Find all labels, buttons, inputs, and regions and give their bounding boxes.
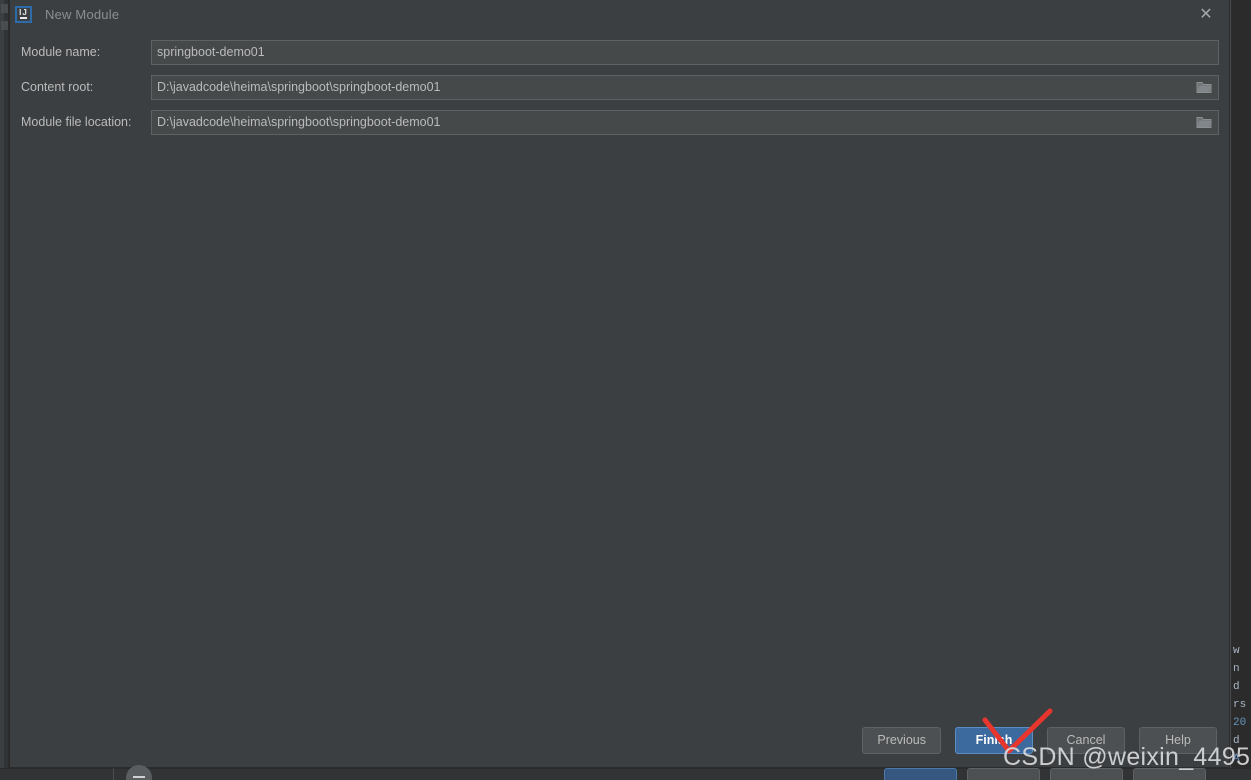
module-name-input[interactable]: springboot-demo01	[151, 39, 1219, 65]
background-extra-button[interactable]	[1133, 768, 1206, 780]
background-code-line: 20	[1233, 717, 1247, 729]
module-form: Module name: springboot-demo01 Content r…	[10, 29, 1229, 704]
background-code-line: n	[1233, 663, 1240, 675]
intellij-idea-icon: IJ	[15, 6, 32, 23]
background-gutter-mark	[1, 21, 8, 30]
form-row-module-file-location: Module file location: D:\javadcode\heima…	[21, 109, 1219, 135]
form-row-module-name: Module name: springboot-demo01	[21, 39, 1219, 65]
cancel-button[interactable]: Cancel	[1047, 726, 1125, 754]
dialog-titlebar[interactable]: IJ New Module ✕	[10, 0, 1229, 29]
background-ok-button[interactable]	[884, 768, 957, 780]
new-module-dialog: IJ New Module ✕ Module name: springboot-…	[9, 0, 1230, 768]
module-file-location-label: Module file location:	[21, 115, 132, 129]
help-button[interactable]: Help	[1139, 726, 1217, 754]
background-code-line: rs	[1233, 699, 1247, 711]
screen: w n d rs 20 d A IJ New Module ✕ Module n…	[0, 0, 1251, 780]
background-help-button[interactable]	[1050, 768, 1123, 780]
background-code-column: w n d rs 20 d A	[1230, 645, 1251, 766]
form-row-content-root: Content root: D:\javadcode\heima\springb…	[21, 74, 1219, 100]
dialog-title: New Module	[45, 7, 120, 22]
background-editor-left-strip	[0, 0, 9, 780]
background-gutter-mark	[1, 4, 8, 13]
close-icon[interactable]: ✕	[1183, 0, 1229, 29]
background-code-line: d	[1233, 735, 1240, 747]
dialog-footer: Previous Finish Cancel Help	[10, 713, 1229, 767]
background-code-line: A	[1233, 753, 1240, 765]
previous-button[interactable]: Previous	[862, 726, 941, 754]
module-file-location-value: D:\javadcode\heima\springboot\springboot…	[157, 115, 441, 129]
module-name-label: Module name:	[21, 45, 101, 59]
folder-icon[interactable]	[1196, 116, 1212, 129]
background-editor-left-inner	[0, 0, 4, 780]
module-file-location-input[interactable]: D:\javadcode\heima\springboot\springboot…	[151, 109, 1219, 135]
module-name-value: springboot-demo01	[157, 45, 265, 59]
background-cancel-button[interactable]	[967, 768, 1040, 780]
finish-button[interactable]: Finish	[955, 726, 1033, 754]
content-root-input[interactable]: D:\javadcode\heima\springboot\springboot…	[151, 74, 1219, 100]
background-panel-divider	[113, 768, 114, 780]
background-code-line: w	[1233, 645, 1240, 657]
content-root-label: Content root:	[21, 80, 94, 94]
folder-icon[interactable]	[1196, 81, 1212, 94]
background-code-line: d	[1233, 681, 1240, 693]
dialog-content-area	[21, 144, 1219, 704]
content-root-value: D:\javadcode\heima\springboot\springboot…	[157, 80, 441, 94]
